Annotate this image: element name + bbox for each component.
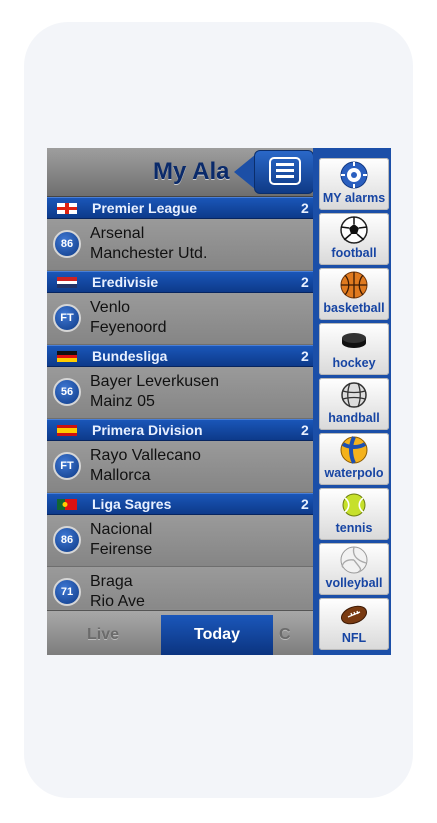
home-team: Rayo Vallecano (90, 447, 201, 464)
away-team: Feyenoord (90, 319, 167, 336)
league-count: 2 (301, 348, 309, 364)
league-name: Premier League (92, 200, 198, 216)
league-count: 2 (301, 200, 309, 216)
sidebar-item-football[interactable]: football (319, 213, 389, 265)
sidebar-item-label: tennis (335, 521, 373, 535)
sidebar-item-label: handball (328, 411, 380, 425)
alarm-ball-icon (340, 161, 368, 189)
match-row[interactable]: 86 Arsenal Manchester Utd. (47, 219, 315, 271)
sidebar-item-basketball[interactable]: basketball (319, 268, 389, 320)
sidebar-item-label: football (331, 246, 377, 260)
sidebar-item-hockey[interactable]: hockey (319, 323, 389, 375)
netherlands-flag-icon (57, 277, 77, 288)
sidebar-item-nfl[interactable]: NFL (319, 598, 389, 650)
match-minute-badge: FT (53, 452, 81, 480)
league-name: Primera Division (92, 422, 203, 438)
hamburger-icon (269, 157, 301, 185)
league-count: 2 (301, 496, 309, 512)
portugal-flag-icon (57, 499, 77, 510)
home-team: Nacional (90, 521, 153, 538)
league-count: 2 (301, 274, 309, 290)
app-screen: My Ala Premier League 2 86 Arsenal Manch… (47, 148, 391, 655)
sidebar-item-label: NFL (341, 631, 367, 645)
league-name: Eredivisie (92, 274, 159, 290)
league-name: Liga Sagres (92, 496, 172, 512)
waterpolo-ball-icon (340, 436, 368, 464)
away-team: Feirense (90, 541, 153, 558)
bottom-tab-bar: Live Today C (47, 610, 315, 655)
tab-today[interactable]: Today (161, 615, 273, 655)
american-football-icon (340, 605, 368, 625)
league-header[interactable]: Premier League 2 (47, 197, 315, 219)
sidebar-item-handball[interactable]: handball (319, 378, 389, 430)
football-icon (340, 216, 368, 244)
league-count: 2 (301, 422, 309, 438)
sidebar-item-label: basketball (323, 301, 385, 315)
title-bar: My Ala (47, 148, 315, 197)
away-team: Mallorca (90, 467, 151, 484)
match-minute-badge: FT (53, 304, 81, 332)
match-row[interactable]: 56 Bayer Leverkusen Mainz 05 (47, 367, 315, 419)
sidebar-item-waterpolo[interactable]: waterpolo (319, 433, 389, 485)
tennis-ball-icon (342, 493, 366, 517)
volleyball-icon (340, 546, 368, 574)
league-header[interactable]: Liga Sagres 2 (47, 493, 315, 515)
match-minute-badge: 86 (53, 230, 81, 258)
match-row[interactable]: 86 Nacional Feirense (47, 515, 315, 567)
match-row[interactable]: FT Rayo Vallecano Mallorca (47, 441, 315, 493)
hockey-puck-icon (342, 333, 366, 348)
england-flag-icon (57, 203, 77, 214)
germany-flag-icon (57, 351, 77, 362)
sidebar-item-my-alarms[interactable]: MY alarms (319, 158, 389, 210)
spain-flag-icon (57, 425, 77, 436)
sidebar-item-tennis[interactable]: tennis (319, 488, 389, 540)
sport-sidebar: MY alarms football basketball hockey han… (313, 148, 391, 655)
tab-live[interactable]: Live (47, 615, 159, 655)
sidebar-item-volleyball[interactable]: volleyball (319, 543, 389, 595)
page-title: My Ala (153, 158, 230, 185)
menu-toggle-button[interactable] (234, 150, 314, 194)
match-list[interactable]: Premier League 2 86 Arsenal Manchester U… (47, 197, 315, 609)
home-team: Venlo (90, 299, 131, 316)
home-team: Arsenal (90, 225, 145, 242)
sidebar-item-label: volleyball (325, 576, 383, 590)
menu-arrow-icon (234, 154, 256, 190)
basketball-icon (340, 271, 368, 299)
match-minute-badge: 56 (53, 378, 81, 406)
match-minute-badge: 71 (53, 578, 81, 606)
home-team: Bayer Leverkusen (90, 373, 219, 390)
league-name: Bundesliga (92, 348, 168, 364)
match-row[interactable]: 71 Braga Rio Ave (47, 567, 315, 609)
away-team: Mainz 05 (90, 393, 155, 410)
league-header[interactable]: Primera Division 2 (47, 419, 315, 441)
away-team: Manchester Utd. (90, 245, 208, 262)
sidebar-item-label: hockey (332, 356, 376, 370)
home-team: Braga (90, 573, 133, 590)
sidebar-item-label: MY alarms (322, 191, 386, 205)
away-team: Rio Ave (90, 593, 145, 609)
match-minute-badge: 86 (53, 526, 81, 554)
match-row[interactable]: FT Venlo Feyenoord (47, 293, 315, 345)
league-header[interactable]: Eredivisie 2 (47, 271, 315, 293)
handball-icon (341, 382, 367, 408)
sidebar-item-label: waterpolo (324, 466, 384, 480)
league-header[interactable]: Bundesliga 2 (47, 345, 315, 367)
